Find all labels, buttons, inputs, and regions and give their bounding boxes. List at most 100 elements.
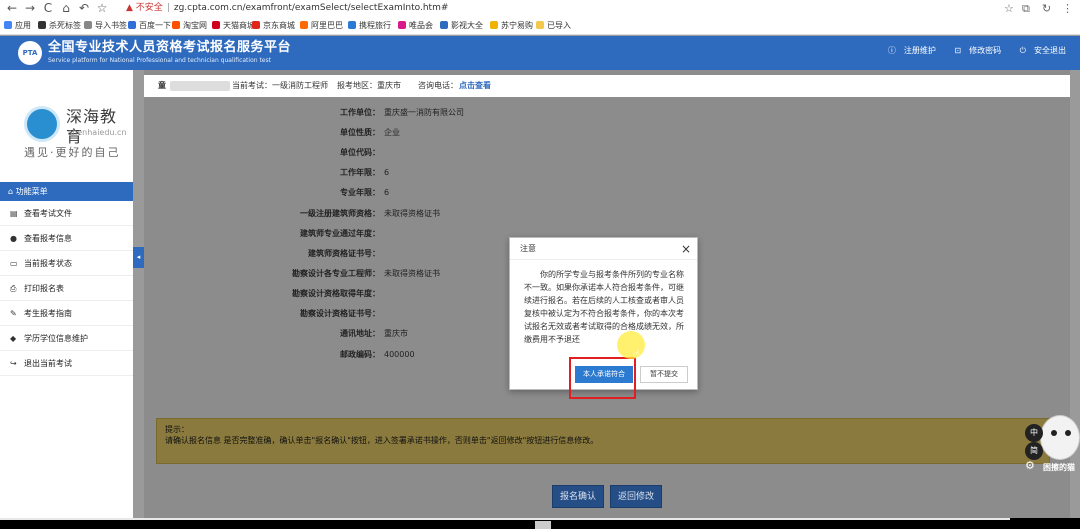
menu-header: ⌂ 功能菜单 [0,182,133,201]
sidebar-item-degree[interactable]: ◆ 学历学位信息维护 [0,326,133,351]
wave-icon [24,106,60,142]
bookmark-favicon-icon [252,21,260,29]
back-to-edit-button[interactable]: 返回修改 [610,485,662,508]
sticker-text: 困擦的猫 [1043,463,1075,472]
undo-icon[interactable]: ↶ [76,1,92,16]
info-icon: ● [10,234,17,243]
confirm-registration-button[interactable]: 报名确认 [552,485,604,508]
user-name-redacted [170,81,230,91]
tip-box: 提示： 请确认报名信息 是否完整准确，确认单击"报名确认"按钮，进入签署承诺书操… [156,418,1050,464]
exit-icon: ↪ [10,359,17,368]
bookmark-item[interactable]: 京东商城 [252,20,295,32]
tip-title: 提示： [165,425,189,434]
printer-icon: ⎙ [10,284,17,293]
bookmark-favicon-icon [84,21,92,29]
video-progress[interactable] [0,518,1010,520]
bookmark-item[interactable]: 唯品会 [398,20,433,32]
favorite-icon[interactable]: ☆ [94,1,110,16]
browser-toolbar: ← → C ⌂ ↶ ☆ ▲ 不安全 | zg.cpta.com.cn/examfro… [0,0,1080,17]
bookmark-favicon-icon [490,21,498,29]
bookmark-item[interactable]: 百度一下 [128,20,171,32]
security-status: 不安全 [135,3,163,13]
view-phone-link[interactable]: 点击查看 [459,75,491,97]
scroll-thumb[interactable] [535,521,551,529]
form-row: 单位代码： [340,148,380,157]
browser-chrome: ← → C ⌂ ↶ ☆ ▲ 不安全 | zg.cpta.com.cn/examfro… [0,0,1080,35]
url-text: zg.cpta.com.cn/examfront/examSelect/sele… [173,3,449,13]
home-icon[interactable]: ⌂ [58,1,74,16]
lang-zh-button[interactable]: 中 [1025,424,1043,442]
dialog-message: 你的所学专业与报考条件所列的专业名称不一致。如果你承诺本人符合报考条件，可继续进… [524,270,684,344]
site-title: 全国专业技术人员资格考试报名服务平台 [48,40,292,55]
form-row: 工作年限： 6 [340,168,390,177]
bookmark-item[interactable]: 阿里巴巴 [300,20,343,32]
consult-phone: 咨询电话： [418,81,458,90]
site-header: PTA 全国专业技术人员资格考试报名服务平台 Service platform … [0,36,1080,70]
info-icon: ⓘ [887,46,896,55]
graduation-icon: ◆ [10,334,17,343]
bookmark-item[interactable]: 已导入 [536,20,571,32]
bookmark-favicon-icon [348,21,356,29]
sidebar-item-status[interactable]: ▭ 当前报考状态 [0,251,133,276]
sync-icon[interactable]: ↻ [1042,2,1051,15]
sidebar-item-guide[interactable]: ✎ 考生报考指南 [0,301,133,326]
not-submit-button[interactable]: 暂不提交 [640,366,688,383]
bookmark-favicon-icon [398,21,406,29]
bookmark-item[interactable]: 携程旅行 [348,20,391,32]
lang-simplified-button[interactable]: 简 [1025,442,1043,460]
hand-cursor-icon: ☝ [633,347,641,361]
screen: ← → C ⌂ ↶ ☆ ▲ 不安全 | zg.cpta.com.cn/examfro… [0,0,1080,529]
highlight-box [569,357,636,399]
url-divider: | [166,3,170,13]
watermark: 大数暗镜 [10,496,96,518]
bookmark-item[interactable]: 应用 [4,20,31,32]
sidebar-toggle[interactable]: ◂ [133,247,144,268]
lock-icon: ⊡ [954,46,962,55]
bookmark-star-icon[interactable]: ☆ [1004,2,1014,15]
bookmark-item[interactable]: 杀死标签 [38,20,81,32]
bookmark-favicon-icon [172,21,180,29]
monitor-icon: ▭ [10,259,18,268]
brand-slogan: 遇见·更好的自己 [24,146,121,159]
sidebar: 深海教育 shenhaiedu.cn 遇见·更好的自己 ⌂ 功能菜单 ▤ 查看考试… [0,70,133,518]
close-icon[interactable]: × [681,238,691,260]
sidebar-item-exam-info[interactable]: ● 查看报考信息 [0,226,133,251]
sidebar-item-print[interactable]: ⎙ 打印报名表 [0,276,133,301]
bookmark-favicon-icon [536,21,544,29]
bookmark-item[interactable]: 淘宝网 [172,20,207,32]
cursor-highlight [617,331,645,359]
tip-text: 请确认报名信息 是否完整准确，确认单击"报名确认"按钮，进入签署承诺书操作，否则… [165,436,599,445]
back-icon[interactable]: ← [4,1,20,16]
register-maintain-link[interactable]: ⓘ 注册维护 [880,46,936,55]
sidebar-item-exam-files[interactable]: ▤ 查看考试文件 [0,201,133,226]
site-links: ⓘ 注册维护 ⊡ 修改密码 ⏻ 安全退出 [872,45,1066,57]
change-password-link[interactable]: ⊡ 修改密码 [946,46,1001,55]
bookmark-item[interactable]: 苏宁易购 [490,20,533,32]
user-info-bar: 童 当前考试：一级消防工程师 报考地区：重庆市 咨询电话： 点击查看 [144,75,1070,97]
reload-icon[interactable]: C [40,1,56,16]
power-icon: ⏻ [1019,46,1026,55]
form-row: 工作单位： 重庆盛一消防有限公司 [340,108,464,117]
current-exam: 当前考试：一级消防工程师 [232,81,328,90]
user-name: 童 [158,81,166,90]
bookmark-item[interactable]: 天猫商城 [212,20,255,32]
gear-icon[interactable]: ⚙ [1025,459,1039,473]
logout-link[interactable]: ⏻ 安全退出 [1012,46,1066,55]
cat-sticker [1040,415,1080,460]
pencil-icon: ✎ [10,309,17,318]
bookmark-favicon-icon [128,21,136,29]
form-row: 专业年限： 6 [340,188,390,197]
bookmark-item[interactable]: 导入书签 [84,20,127,32]
more-menu-icon[interactable]: ⋮ [1062,2,1073,15]
address-bar[interactable]: ▲ 不安全 | zg.cpta.com.cn/examfront/examSelec… [126,2,448,15]
dialog-title: 注意 [510,238,697,260]
bookmark-favicon-icon [4,21,12,29]
sidebar-item-exit-exam[interactable]: ↪ 退出当前考试 [0,351,133,376]
bookmark-item[interactable]: 影视大全 [440,20,483,32]
warning-icon: ▲ [126,3,133,13]
bookmark-favicon-icon [440,21,448,29]
bookmark-favicon-icon [38,21,46,29]
home-icon: ⌂ [8,187,16,196]
window-icon[interactable]: ⧉ [1022,2,1030,15]
forward-icon[interactable]: → [22,1,38,16]
